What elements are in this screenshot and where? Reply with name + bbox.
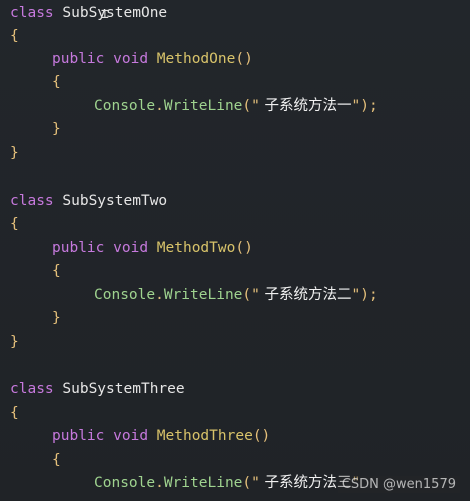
inner-open-brace: {	[52, 74, 61, 90]
code-line: }	[10, 307, 61, 329]
dot: .	[155, 98, 164, 114]
console-object: Console	[94, 287, 156, 303]
dot: .	[155, 475, 164, 491]
access-modifier: public	[52, 51, 105, 67]
text-cursor-icon: ⌶	[101, 7, 109, 22]
call-open: ("	[242, 287, 260, 303]
class-keyword: class	[10, 381, 54, 397]
code-line: }	[10, 142, 19, 164]
string-literal: 子系统方法一	[259, 98, 352, 114]
class-keyword: class	[10, 193, 54, 209]
access-modifier: public	[52, 240, 105, 256]
string-literal: 子系统方法二	[259, 287, 352, 303]
code-line: }	[10, 331, 19, 353]
code-line: {	[10, 71, 61, 93]
call-open: ("	[242, 475, 260, 491]
method-name: MethodTwo	[156, 240, 236, 256]
writeline-method: WriteLine	[163, 287, 243, 303]
code-line: }	[10, 118, 61, 140]
class-name: SubSystemThree	[62, 381, 185, 397]
open-brace: {	[10, 216, 19, 232]
call-close: ");	[351, 287, 378, 303]
watermark: CSDN @wen1579	[337, 476, 460, 493]
method-parens: ()	[235, 240, 253, 256]
return-type: void	[113, 51, 149, 67]
code-line: {	[10, 402, 19, 424]
class-name: SubSystemOne	[62, 5, 168, 21]
code-line: class SubSystemOne	[10, 2, 167, 24]
method-parens: ()	[235, 51, 253, 67]
code-line: Console.WriteLine(" 子系统方法三"	[10, 472, 360, 494]
class-keyword: class	[10, 5, 54, 21]
console-object: Console	[94, 475, 156, 491]
inner-close-brace: }	[52, 121, 61, 137]
code-line: {	[10, 213, 19, 235]
code-line: {	[10, 25, 19, 47]
code-line: public void MethodThree()	[10, 425, 270, 447]
console-object: Console	[94, 98, 156, 114]
method-parens: ()	[252, 428, 271, 444]
dot: .	[155, 287, 164, 303]
code-line: {	[10, 260, 61, 282]
code-line: {	[10, 449, 61, 471]
code-line: Console.WriteLine(" 子系统方法一");	[10, 95, 378, 117]
code-line: public void MethodOne()	[10, 48, 253, 70]
close-brace: }	[10, 334, 19, 350]
call-open: ("	[242, 98, 260, 114]
call-close: ");	[351, 98, 378, 114]
open-brace: {	[10, 28, 19, 44]
writeline-method: WriteLine	[163, 98, 243, 114]
code-line: Console.WriteLine(" 子系统方法二");	[10, 284, 378, 306]
inner-open-brace: {	[52, 263, 61, 279]
method-name: MethodOne	[156, 51, 236, 67]
code-line: class SubSystemThree	[10, 378, 185, 400]
close-brace: }	[10, 145, 19, 161]
return-type: void	[113, 240, 149, 256]
access-modifier: public	[52, 428, 105, 444]
code-line: public void MethodTwo()	[10, 237, 253, 259]
code-line: class SubSystemTwo	[10, 190, 167, 212]
code-editor[interactable]: class SubSystemOne { public void MethodO…	[0, 0, 470, 501]
writeline-method: WriteLine	[163, 475, 243, 491]
return-type: void	[113, 428, 149, 444]
method-name: MethodThree	[156, 428, 253, 444]
inner-close-brace: }	[52, 310, 61, 326]
inner-open-brace: {	[52, 452, 61, 468]
class-name: SubSystemTwo	[62, 193, 168, 209]
open-brace: {	[10, 405, 19, 421]
